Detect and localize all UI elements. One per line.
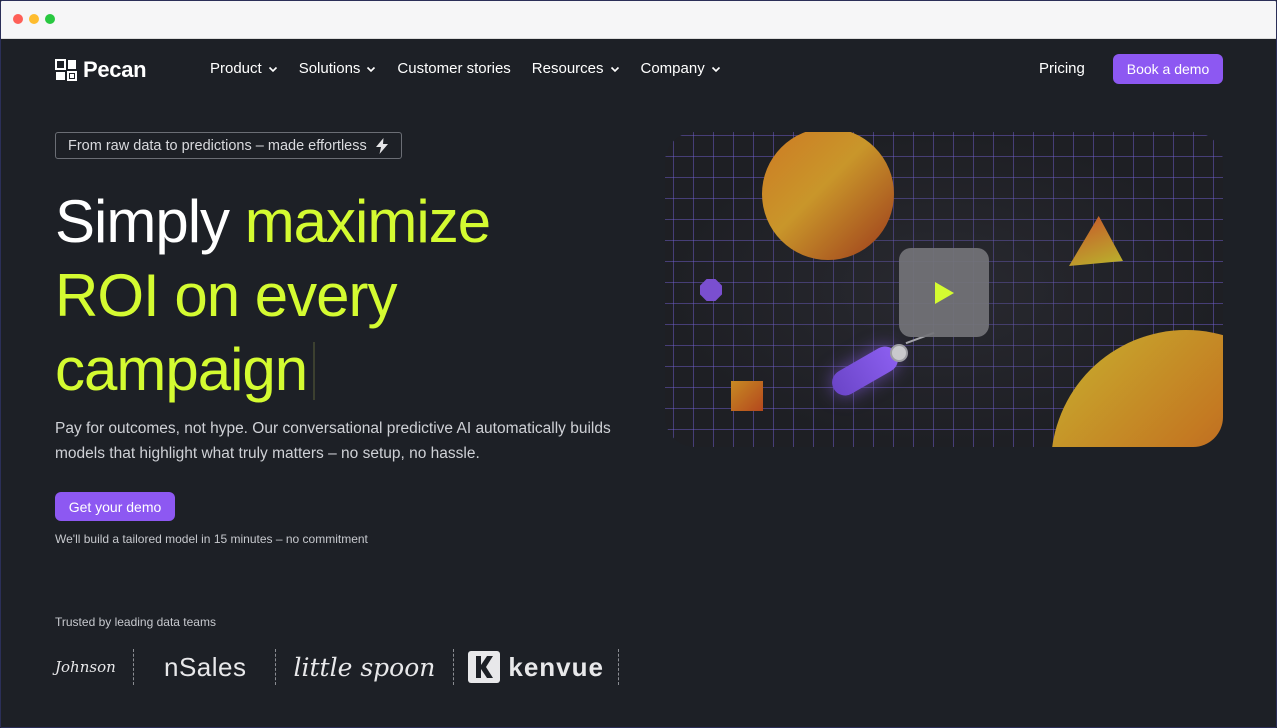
nav-company-label: Company xyxy=(640,60,705,77)
orange-square-shape xyxy=(731,381,763,411)
logo-divider xyxy=(453,649,455,685)
chevron-down-icon xyxy=(367,66,376,72)
tagline-text: From raw data to predictions – made effo… xyxy=(68,137,367,154)
window-titlebar xyxy=(1,1,1276,39)
headline-lime-1: maximize xyxy=(244,188,491,255)
kenvue-mark-icon xyxy=(468,651,501,683)
chevron-down-icon xyxy=(610,66,619,72)
chevron-down-icon xyxy=(711,66,720,72)
browser-window: Pecan Product Solutions Customer stories… xyxy=(0,0,1277,728)
orange-semicircle-shape xyxy=(1051,330,1223,447)
main-nav: Product Solutions Customer stories Resou… xyxy=(210,60,721,77)
nav-pricing-link[interactable]: Pricing xyxy=(1039,60,1085,77)
headline-lime-2: ROI on every xyxy=(55,262,397,329)
little-spoon-logo: little spoon xyxy=(293,652,436,682)
play-button[interactable] xyxy=(899,248,989,337)
maximize-window-button[interactable] xyxy=(45,14,55,24)
trusted-label: Trusted by leading data teams xyxy=(55,615,216,629)
nav-product-label: Product xyxy=(210,60,262,77)
brand-name: Pecan xyxy=(83,57,147,82)
get-demo-button[interactable]: Get your demo xyxy=(55,492,175,521)
johnson-logo: Johnson xyxy=(55,658,116,676)
headline-white: Simply xyxy=(55,188,245,255)
hero-video[interactable] xyxy=(665,132,1223,447)
lightning-icon xyxy=(375,137,388,154)
logo-divider xyxy=(274,649,276,685)
nav-solutions-label: Solutions xyxy=(298,60,361,77)
nav-product[interactable]: Product xyxy=(210,60,278,77)
pecan-logo-mark-icon xyxy=(55,59,77,81)
nav-resources-label: Resources xyxy=(531,60,604,77)
kenvue-wordmark: kenvue xyxy=(508,651,604,682)
nsales-logo: nSales xyxy=(164,651,247,682)
customer-logos: Johnson nSales little spoon kenvue xyxy=(55,647,633,687)
close-window-button[interactable] xyxy=(13,14,23,24)
pecan-logo[interactable]: Pecan xyxy=(55,57,147,83)
orange-circle-shape xyxy=(762,132,894,260)
book-demo-button[interactable]: Book a demo xyxy=(1113,54,1223,84)
text-cursor xyxy=(313,342,316,400)
hero-headline: Simply maximize ROI on every campaign xyxy=(55,185,615,407)
nav-solutions[interactable]: Solutions xyxy=(299,60,377,77)
landing-page: Pecan Product Solutions Customer stories… xyxy=(1,39,1276,727)
hero-subtext: Pay for outcomes, not hype. Our conversa… xyxy=(55,420,611,462)
knob-shape xyxy=(890,344,908,362)
play-icon xyxy=(935,281,954,304)
cta-note: We'll build a tailored model in 15 minut… xyxy=(55,532,368,546)
logo-divider xyxy=(133,649,134,685)
kenvue-logo: kenvue xyxy=(468,647,604,687)
purple-octagon-shape xyxy=(700,279,722,301)
nav-customer-stories[interactable]: Customer stories xyxy=(397,60,510,77)
nav-resources[interactable]: Resources xyxy=(532,60,620,77)
orange-triangle-shape xyxy=(1069,216,1123,266)
nav-customer-stories-label: Customer stories xyxy=(397,60,511,77)
tagline-pill: From raw data to predictions – made effo… xyxy=(55,132,402,159)
logo-divider xyxy=(617,649,619,685)
minimize-window-button[interactable] xyxy=(29,14,39,24)
headline-lime-3: campaign xyxy=(55,336,308,403)
nav-company[interactable]: Company xyxy=(641,60,721,77)
chevron-down-icon xyxy=(268,66,277,72)
